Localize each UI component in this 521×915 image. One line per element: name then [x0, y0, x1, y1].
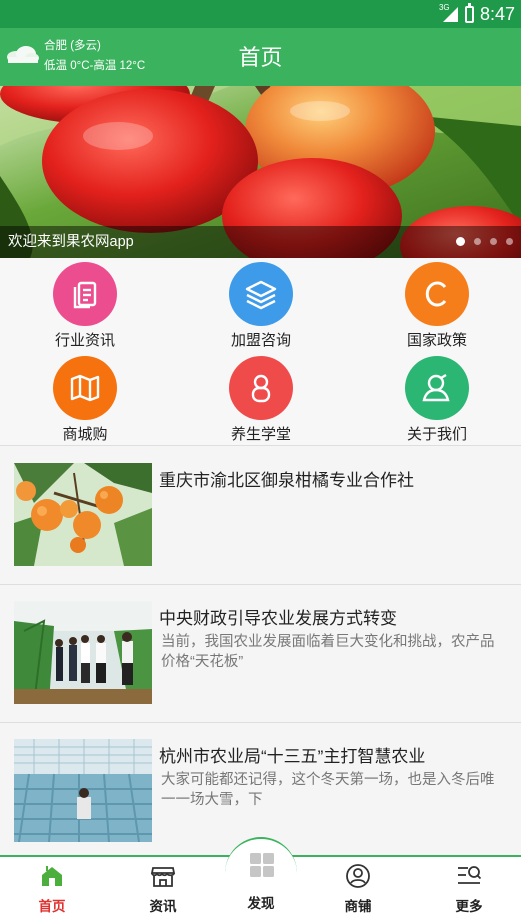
- nav-label: 资讯: [149, 899, 177, 914]
- store-icon: [150, 867, 176, 887]
- list-item[interactable]: 杭州市农业局“十三五”主打智慧农业 大家可能都还记得，这个冬天第一场，也是入冬后…: [0, 722, 521, 856]
- carousel-dot[interactable]: [506, 238, 513, 245]
- bottom-navigation: 首页 资讯 发现 商铺 更多: [0, 837, 521, 915]
- page-title: 首页: [238, 45, 283, 70]
- nav-label: 更多: [455, 899, 483, 914]
- banner-carousel[interactable]: 欢迎来到果农网app: [0, 86, 521, 258]
- list-item[interactable]: 中央财政引导农业发展方式转变 当前，我国农业发展面临着巨大变化和挑战，农产品价格…: [0, 584, 521, 722]
- grid-icon[interactable]: [248, 851, 276, 879]
- carousel-dot[interactable]: [474, 238, 481, 245]
- news-thumbnail: [14, 463, 152, 566]
- nav-discover[interactable]: 发现: [225, 892, 297, 912]
- category-grid: 行业资讯 加盟咨询 国家政策 商城购 养生学堂 关于我们: [0, 258, 521, 445]
- grid-item-franchise[interactable]: 加盟咨询: [196, 262, 326, 350]
- person-circle-icon: [346, 864, 370, 888]
- grid-label: 国家政策: [406, 332, 467, 349]
- grid-item-national-policy[interactable]: 国家政策: [372, 262, 502, 350]
- grid-item-mall[interactable]: 商城购: [20, 356, 150, 444]
- carousel-dot[interactable]: [490, 238, 497, 245]
- status-bar: 3G 8:47: [0, 0, 521, 28]
- grid-label: 行业资讯: [54, 332, 115, 349]
- home-icon: [42, 866, 62, 886]
- battery-icon: [464, 2, 474, 23]
- grid-label: 关于我们: [406, 426, 467, 443]
- news-list: 重庆市渝北区御泉柑橘专业合作社 中央财政引导农业发展方式转变 当前，我国农业发展…: [0, 446, 521, 856]
- grid-item-about-us[interactable]: 关于我们: [372, 356, 502, 444]
- carousel-dot-active[interactable]: [456, 237, 465, 246]
- app-header: 合肥 (多云) 低温 0°C-高温 12°C 首页: [0, 28, 521, 86]
- news-title: 重庆市渝北区御泉柑橘专业合作社: [159, 471, 414, 490]
- banner-caption: 欢迎来到果农网app: [8, 234, 134, 250]
- grid-label: 加盟咨询: [230, 332, 291, 349]
- nav-home[interactable]: 首页: [0, 857, 104, 915]
- map-icon: [53, 356, 117, 420]
- grid-item-industry-news[interactable]: 行业资讯: [20, 262, 150, 350]
- grid-label: 商城购: [62, 426, 108, 443]
- letter-c-icon: [405, 262, 469, 326]
- list-item[interactable]: 重庆市渝北区御泉柑橘专业合作社: [0, 446, 521, 584]
- nav-news[interactable]: 资讯: [111, 857, 215, 915]
- status-time: 8:47: [479, 3, 515, 24]
- status-icons: 3G 8:47: [438, 0, 515, 28]
- news-thumbnail: [14, 601, 152, 704]
- news-description: 当前，我国农业发展面临着巨大变化和挑战，农产品价格“天花板”: [161, 634, 495, 670]
- nav-label: 首页: [38, 899, 66, 914]
- nav-shops[interactable]: 商铺: [306, 857, 410, 915]
- news-thumbnail: [14, 739, 152, 842]
- figure-icon: [229, 356, 293, 420]
- nav-label: 商铺: [344, 899, 372, 914]
- grid-label: 养生学堂: [230, 426, 291, 443]
- grid-item-health-school[interactable]: 养生学堂: [196, 356, 326, 444]
- nav-more[interactable]: 更多: [417, 857, 521, 915]
- news-title: 中央财政引导农业发展方式转变: [159, 609, 397, 628]
- carousel-indicator: [456, 237, 513, 246]
- news-description: 大家可能都还记得，这个冬天第一场，也是入冬后唯一一场大雪，下: [161, 772, 495, 808]
- layers-icon: [229, 262, 293, 326]
- network-type: 3G: [438, 3, 450, 12]
- document-icon: [53, 262, 117, 326]
- signal-icon: 3G: [438, 3, 459, 23]
- menu-search-icon: [458, 866, 482, 884]
- news-title: 杭州市农业局“十三五”主打智慧农业: [159, 747, 426, 766]
- user-icon: [405, 356, 469, 420]
